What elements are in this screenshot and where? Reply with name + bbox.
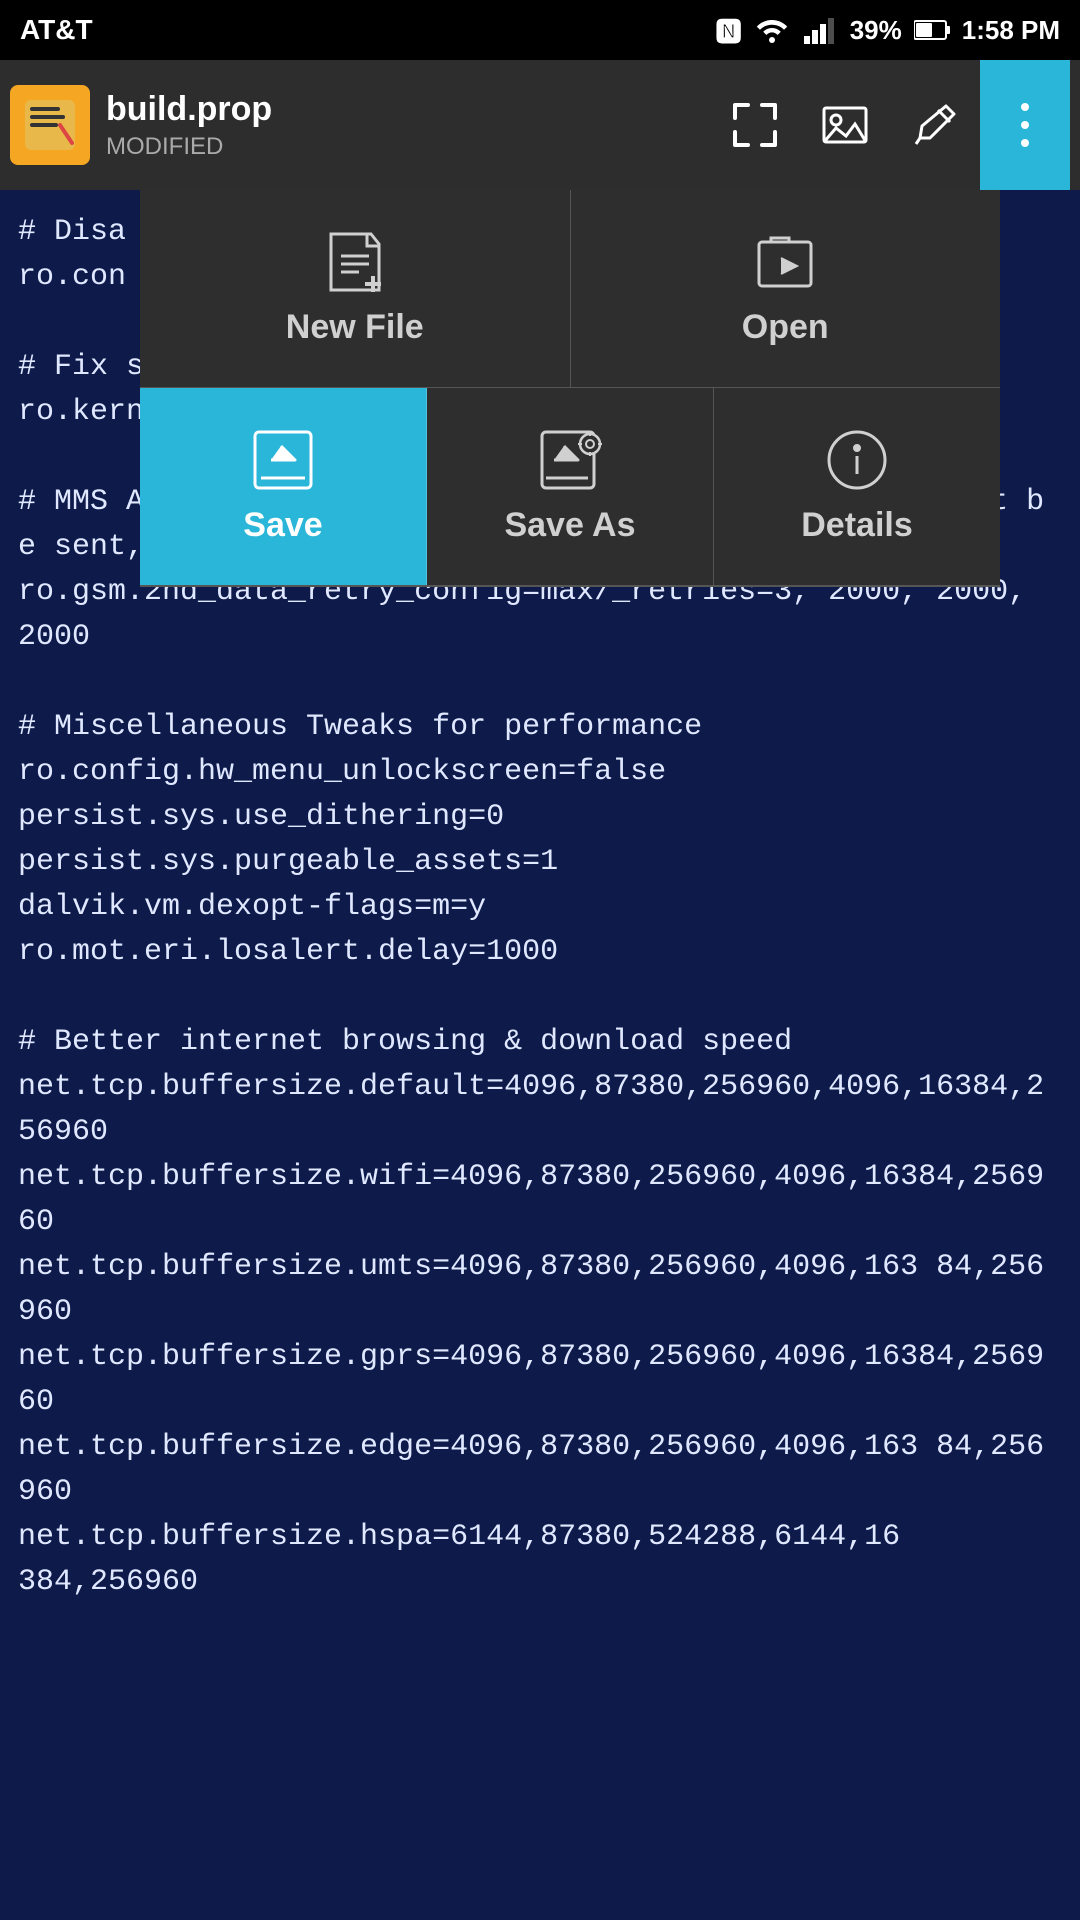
main-content: # Disa ro.con # Fix s ro.kern # MMS APN … xyxy=(0,190,1080,1920)
open-label: Open xyxy=(742,308,829,347)
time-label: 1:58 PM xyxy=(962,15,1060,46)
file-status: MODIFIED xyxy=(106,133,694,161)
battery-icon xyxy=(914,19,950,41)
new-file-icon xyxy=(323,230,387,294)
expand-button[interactable] xyxy=(710,60,800,190)
wifi-icon xyxy=(754,12,790,48)
app-icon xyxy=(10,85,90,165)
top-bar-actions xyxy=(710,60,1070,190)
file-info: build.prop MODIFIED xyxy=(106,90,694,161)
save-icon xyxy=(251,428,315,492)
nfc-icon: 🅽 xyxy=(716,12,742,49)
details-icon xyxy=(825,428,889,492)
file-name: build.prop xyxy=(106,90,694,129)
save-menu-item[interactable]: Save xyxy=(140,388,427,585)
dropdown-menu: New File Open xyxy=(140,190,1000,587)
battery-label: 39% xyxy=(850,15,902,46)
new-file-menu-item[interactable]: New File xyxy=(140,190,571,387)
carrier-label: AT&T xyxy=(20,14,93,46)
top-bar: build.prop MODIFIED xyxy=(0,60,1080,190)
status-bar-right: 🅽 39% 1:58 PM xyxy=(716,12,1060,49)
details-menu-item[interactable]: Details xyxy=(714,388,1000,585)
pen-button[interactable] xyxy=(890,60,980,190)
details-label: Details xyxy=(801,506,913,545)
save-label: Save xyxy=(243,506,322,545)
open-menu-item[interactable]: Open xyxy=(571,190,1001,387)
signal-icon xyxy=(802,12,838,48)
image-button[interactable] xyxy=(800,60,890,190)
new-file-label: New File xyxy=(286,308,424,347)
save-as-menu-item[interactable]: Save As xyxy=(427,388,714,585)
status-bar: AT&T 🅽 39% 1:58 PM xyxy=(0,0,1080,60)
save-as-label: Save As xyxy=(504,506,635,545)
save-as-icon xyxy=(538,428,602,492)
open-icon xyxy=(753,230,817,294)
more-button[interactable] xyxy=(980,60,1070,190)
